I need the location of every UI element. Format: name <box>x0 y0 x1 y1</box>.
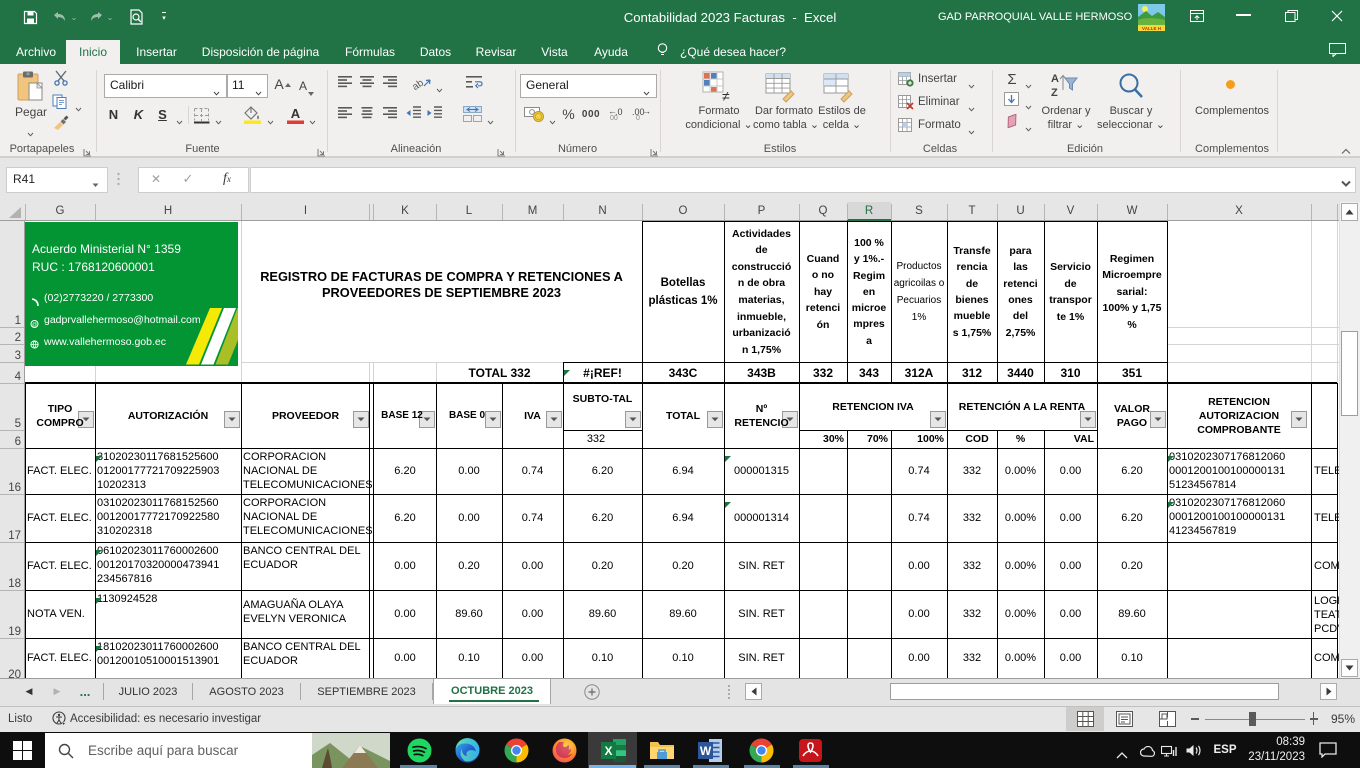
svg-text:@: @ <box>32 322 37 328</box>
svg-text:A: A <box>291 106 301 121</box>
svg-text:ab: ab <box>412 77 426 91</box>
svg-text:≠: ≠ <box>722 88 730 103</box>
svg-text:W: W <box>700 744 712 758</box>
svg-text:A: A <box>1051 73 1059 85</box>
svg-text:00: 00 <box>610 115 618 121</box>
svg-text:X: X <box>604 744 612 758</box>
svg-text:0: 0 <box>636 115 640 121</box>
svg-text:Z: Z <box>1051 87 1058 99</box>
svg-text:VALLE H: VALLE H <box>1142 26 1161 31</box>
